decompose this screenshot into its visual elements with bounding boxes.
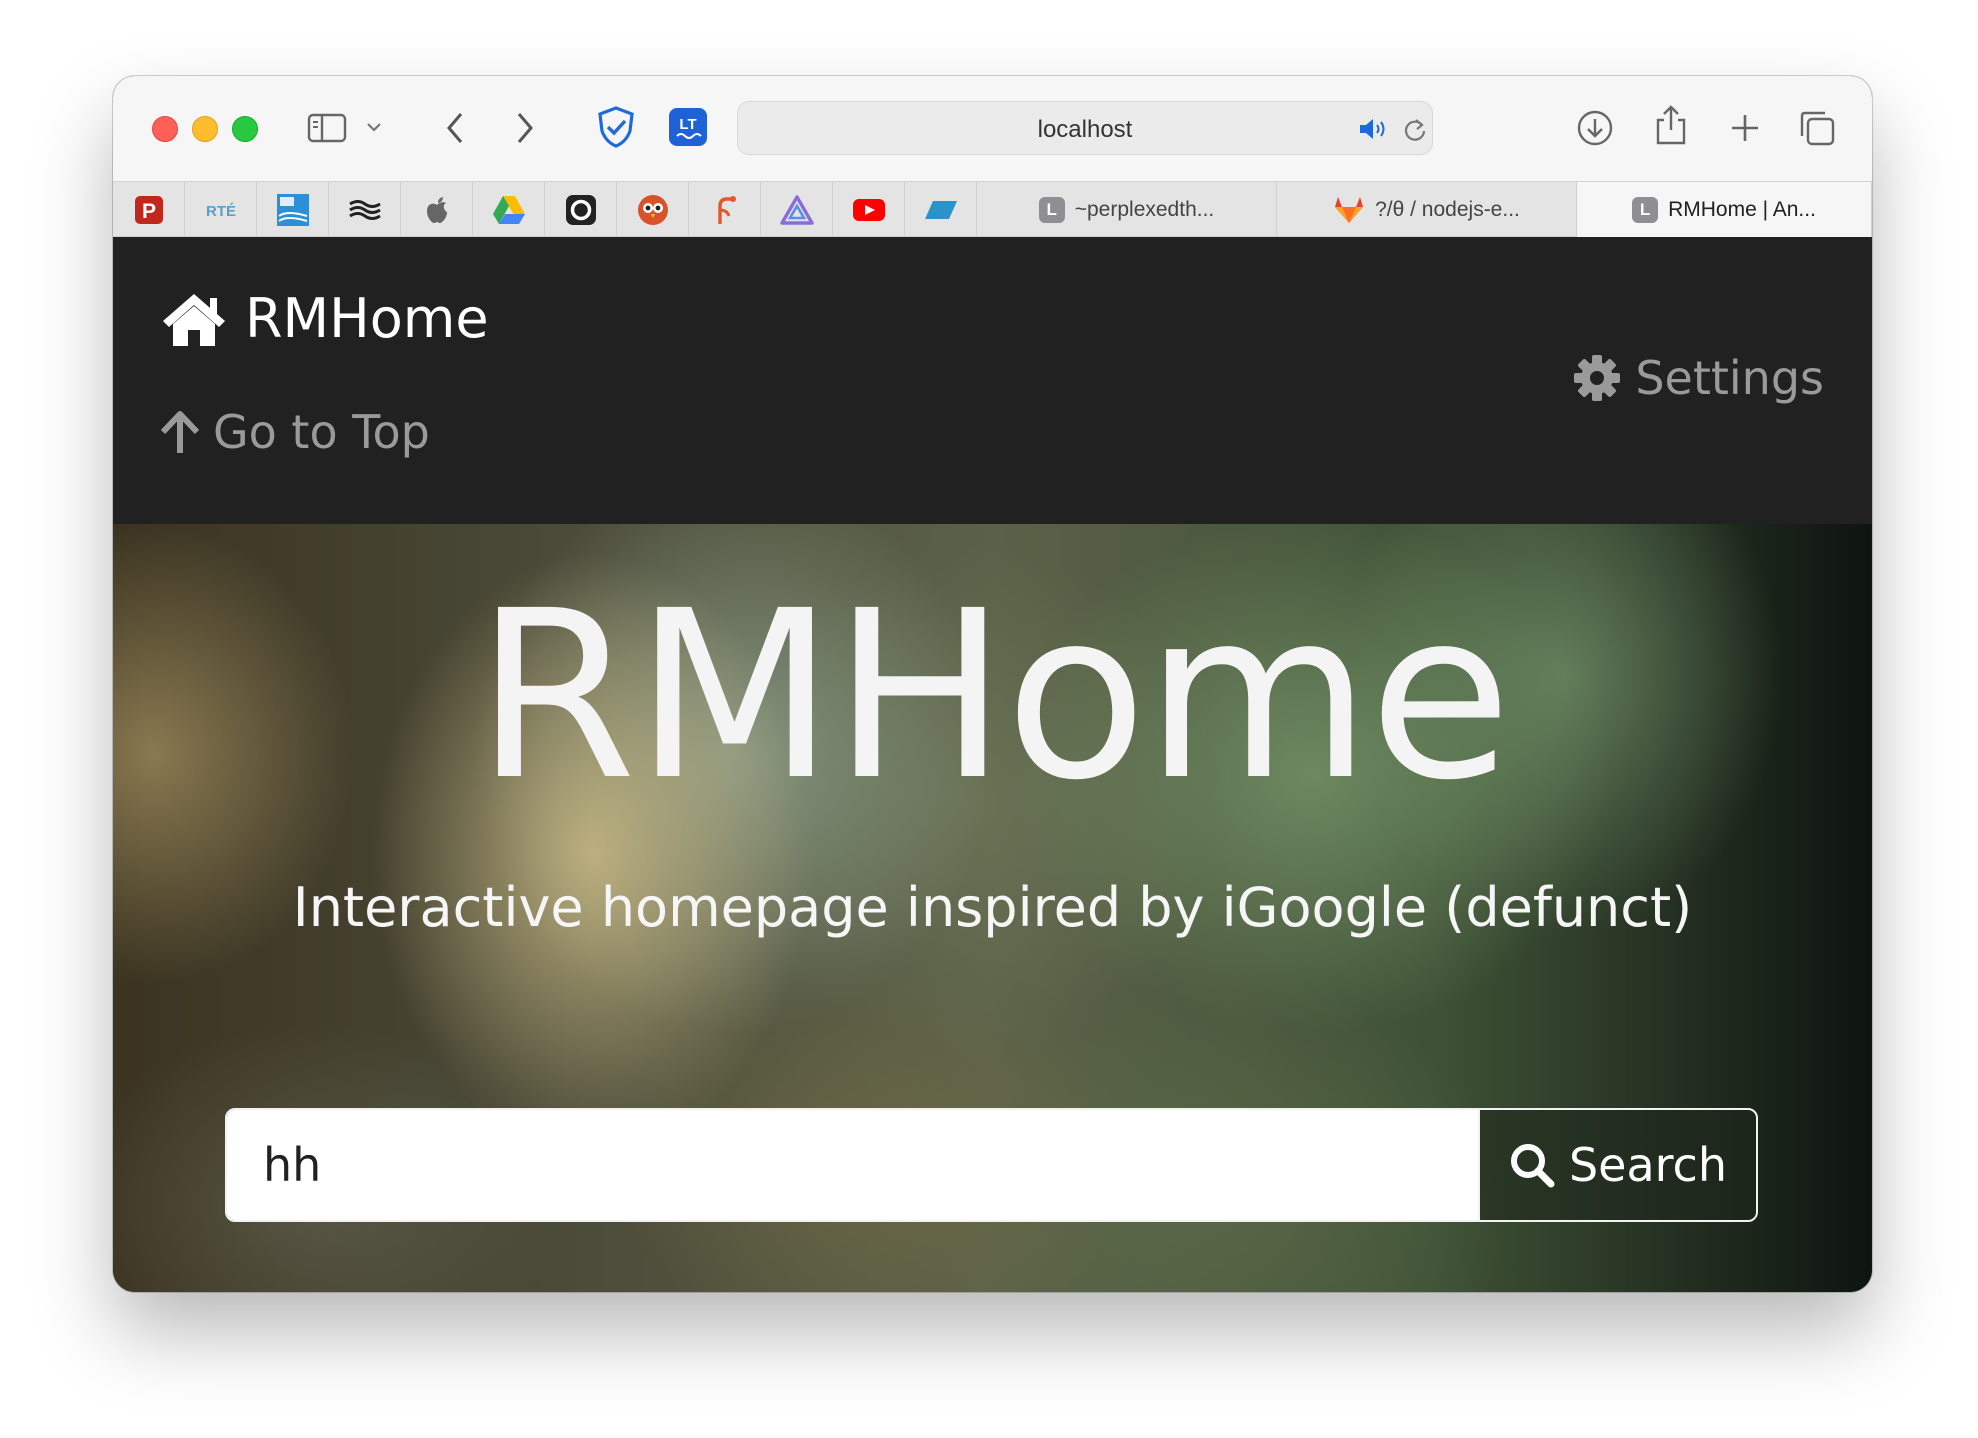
close-window-button[interactable] — [152, 116, 178, 142]
settings-label: Settings — [1635, 351, 1824, 405]
svg-text:RTÉ: RTÉ — [206, 203, 236, 220]
waves-icon — [348, 199, 381, 220]
tab-label: ~perplexedth... — [1074, 197, 1215, 221]
pinned-tab-waves[interactable] — [329, 182, 401, 237]
pinned-tab-rte[interactable]: RTÉ — [185, 182, 257, 237]
pinned-tab-france24[interactable] — [257, 182, 329, 237]
zoom-window-button[interactable] — [232, 116, 258, 142]
back-icon[interactable] — [433, 106, 477, 150]
shield-extension-icon[interactable] — [593, 104, 639, 150]
browser-window: LT localhost P RTÉ L ~perplexedth... ?/θ… — [113, 76, 1872, 1292]
svg-text:P: P — [141, 200, 155, 223]
pinned-tab-parallelogram[interactable] — [905, 182, 977, 237]
home-icon — [163, 293, 225, 346]
share-icon[interactable] — [1649, 102, 1693, 148]
svg-text:LT: LT — [679, 116, 696, 133]
pinned-tab-triangle[interactable] — [761, 182, 833, 237]
tab-favicon-letter: L — [1038, 196, 1065, 223]
address-bar[interactable]: localhost — [737, 101, 1433, 155]
hero-subtitle: Interactive homepage inspired by iGoogle… — [292, 876, 1693, 939]
site-navbar: RMHome Go to Top Settings — [113, 237, 1872, 524]
hero-section: RMHome Interactive homepage inspired by … — [113, 524, 1872, 1292]
tab-gitlab[interactable]: ?/θ / nodejs-e... — [1277, 182, 1577, 237]
forward-icon[interactable] — [503, 106, 547, 150]
search-button[interactable]: Search — [1478, 1110, 1756, 1220]
sidebar-toggle-icon[interactable] — [305, 106, 349, 150]
google-drive-icon — [492, 195, 525, 224]
reload-icon[interactable] — [1402, 115, 1428, 143]
triangle-icon — [779, 194, 814, 225]
tab-label: ?/θ / nodejs-e... — [1375, 197, 1520, 221]
browser-toolbar: LT localhost — [113, 76, 1872, 181]
p-app-icon: P — [134, 195, 163, 224]
gear-icon — [1574, 355, 1621, 401]
brand-text: RMHome — [245, 287, 489, 350]
search-input[interactable] — [227, 1110, 1478, 1220]
ring-icon — [565, 194, 596, 225]
tab-bar: P RTÉ L ~perplexedth... ?/θ / nodejs-e..… — [113, 181, 1872, 237]
settings-link[interactable]: Settings — [1573, 351, 1824, 405]
pinned-tab-ring[interactable] — [545, 182, 617, 237]
rte-icon: RTÉ — [206, 203, 236, 220]
tab-overview-icon[interactable] — [1795, 106, 1839, 150]
go-to-top-label: Go to Top — [213, 405, 430, 459]
owl-icon — [637, 194, 668, 225]
hero-title: RMHome — [475, 561, 1512, 831]
pinned-tab-youtube[interactable] — [833, 182, 905, 237]
speaker-icon[interactable] — [1358, 116, 1392, 142]
parallelogram-icon — [924, 200, 957, 219]
search-form: Search — [225, 1108, 1758, 1222]
address-text: localhost — [1037, 116, 1133, 143]
search-button-label: Search — [1568, 1138, 1728, 1192]
fork-icon — [717, 195, 736, 224]
gitlab-icon — [1335, 196, 1364, 223]
search-icon — [1510, 1144, 1555, 1188]
go-to-top-link[interactable]: Go to Top — [159, 405, 430, 459]
pinned-tab-owl[interactable] — [617, 182, 689, 237]
download-icon[interactable] — [1573, 106, 1617, 150]
translate-extension-icon[interactable]: LT — [668, 107, 708, 147]
pinned-tab-apple[interactable] — [401, 182, 473, 237]
arrow-up-icon — [160, 411, 200, 453]
youtube-icon — [852, 198, 885, 221]
new-tab-icon[interactable] — [1723, 106, 1767, 150]
tab-perplexed[interactable]: L ~perplexedth... — [977, 182, 1277, 237]
pinned-tab-fork[interactable] — [689, 182, 761, 237]
france24-icon — [276, 193, 309, 226]
apple-icon — [426, 196, 447, 223]
pinned-tab-p[interactable]: P — [113, 182, 185, 237]
brand-link[interactable]: RMHome — [159, 287, 489, 350]
minimize-window-button[interactable] — [192, 116, 218, 142]
tab-label: RMHome | An... — [1668, 197, 1816, 221]
pinned-tab-drive[interactable] — [473, 182, 545, 237]
chevron-down-icon[interactable] — [361, 114, 387, 140]
tab-favicon-letter: L — [1632, 196, 1659, 223]
tab-rmhome[interactable]: L RMHome | An... — [1577, 182, 1872, 237]
